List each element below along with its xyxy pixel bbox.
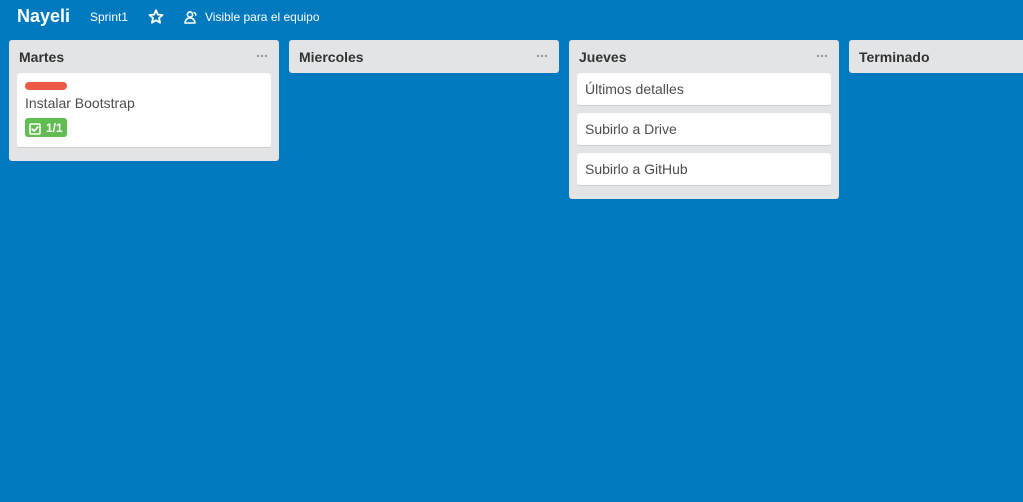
card-title: Subirlo a Drive [585,121,677,137]
more-options-icon[interactable] [255,48,269,64]
visibility-button[interactable]: Visible para el equipo [184,9,320,25]
list-martes: Martes Instalar Bootstrap 1/1 [9,40,279,161]
checklist-icon [29,122,41,135]
list-jueves: Jueves Últimos detalles Subirlo a Drive … [569,40,839,199]
list-header: Terminado [849,40,1023,73]
card[interactable]: Subirlo a Drive [577,113,831,146]
list-header: Miercoles [289,40,559,73]
team-icon [184,10,198,24]
list-miercoles: Miercoles [289,40,559,73]
card-title: Subirlo a GitHub [585,161,688,177]
card[interactable]: Últimos detalles [577,73,831,106]
list-header: Jueves [569,40,839,73]
board-header: Nayeli Sprint1 Visible para el equipo [0,0,1023,34]
card-list: Instalar Bootstrap 1/1 [9,73,279,161]
card-title: Instalar Bootstrap [25,95,135,111]
board-title[interactable]: Nayeli [17,6,70,27]
list-terminado: Terminado [849,40,1023,73]
card[interactable]: Instalar Bootstrap 1/1 [17,73,271,148]
more-options-icon[interactable] [815,48,829,64]
list-title[interactable]: Martes [19,49,64,65]
visibility-label: Visible para el equipo [205,10,320,24]
more-options-icon[interactable] [535,48,549,64]
list-title[interactable]: Miercoles [299,49,364,65]
checklist-count: 1/1 [46,120,63,135]
list-title[interactable]: Jueves [579,49,626,65]
list-title[interactable]: Terminado [859,49,930,65]
list-header: Martes [9,40,279,73]
card-title: Últimos detalles [585,81,684,97]
card-list: Últimos detalles Subirlo a Drive Subirlo… [569,73,839,199]
card[interactable]: Subirlo a GitHub [577,153,831,186]
card-label-red[interactable] [25,82,67,90]
team-name-button[interactable]: Sprint1 [90,10,128,24]
checklist-badge: 1/1 [25,118,67,137]
star-icon[interactable] [148,8,164,26]
